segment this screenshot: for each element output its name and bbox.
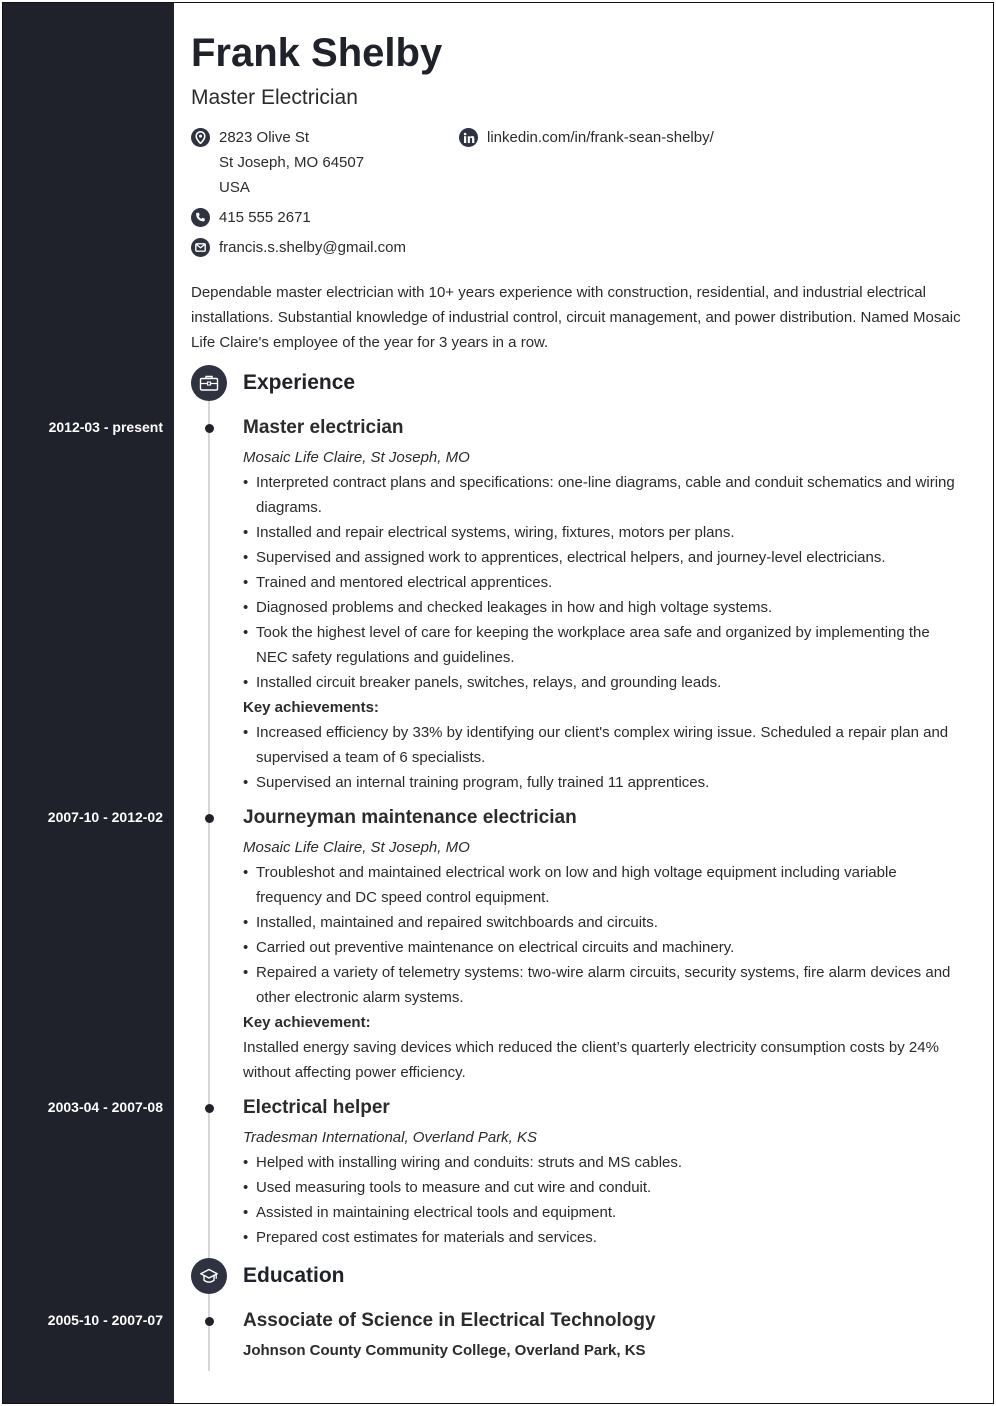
address-line-3: USA xyxy=(219,179,250,196)
list-item: Interpreted contract plans and specifica… xyxy=(243,470,963,520)
experience-heading-label: Experience xyxy=(243,371,356,394)
list-item: Supervised an internal training program,… xyxy=(243,770,963,795)
location-icon xyxy=(191,128,210,147)
timeline-dot xyxy=(205,1317,214,1326)
candidate-name: Frank Shelby xyxy=(191,31,443,75)
job-company: Mosaic Life Claire, St Joseph, MO xyxy=(243,839,470,856)
list-item: Supervised and assigned work to apprenti… xyxy=(243,545,963,570)
profile-summary: Dependable master electrician with 10+ y… xyxy=(191,284,961,351)
list-item: Took the highest level of care for keepi… xyxy=(243,620,963,670)
address-line-2: St Joseph, MO 64507 xyxy=(219,154,365,171)
list-item: Used measuring tools to measure and cut … xyxy=(243,1175,963,1200)
resume-page: Frank Shelby Master Electrician 2823 Oli… xyxy=(2,2,994,1404)
list-item: Prepared cost estimates for materials an… xyxy=(243,1225,963,1250)
timeline-dot xyxy=(205,1104,214,1113)
email-address[interactable]: francis.s.shelby@gmail.com xyxy=(219,235,406,260)
job-title: Journeyman maintenance electrician xyxy=(243,807,577,828)
list-item: Troubleshot and maintained electrical wo… xyxy=(243,860,963,910)
list-item: Installed, maintained and repaired switc… xyxy=(243,910,963,935)
job-responsibilities: Helped with installing wiring and condui… xyxy=(243,1150,963,1250)
list-item: Trained and mentored electrical apprenti… xyxy=(243,570,963,595)
education-heading-label: Education xyxy=(243,1264,345,1287)
address-line-1: 2823 Olive St xyxy=(219,129,310,146)
main-content: Frank Shelby Master Electrician 2823 Oli… xyxy=(48,3,993,1403)
entry-date: 2012-03 - present xyxy=(48,419,163,435)
sidebar xyxy=(3,3,174,1403)
entry-date: 2005-10 - 2007-07 xyxy=(47,1312,163,1328)
list-item: Carried out preventive maintenance on el… xyxy=(243,935,963,960)
experience-timeline-line xyxy=(208,398,210,1258)
job-title: Electrical helper xyxy=(243,1097,390,1118)
candidate-title: Master Electrician xyxy=(191,86,358,109)
email-icon xyxy=(191,238,210,257)
briefcase-icon xyxy=(191,365,227,401)
list-item: Helped with installing wiring and condui… xyxy=(243,1150,963,1175)
education-timeline-line xyxy=(208,1293,210,1371)
list-item: Repaired a variety of telemetry systems:… xyxy=(243,960,963,1010)
achievement-text: Installed energy saving devices which re… xyxy=(243,1039,939,1081)
list-item: Diagnosed problems and checked leakages … xyxy=(243,595,963,620)
list-item: Installed circuit breaker panels, switch… xyxy=(243,670,963,695)
linkedin-link[interactable]: linkedin.com/in/frank-sean-shelby/ xyxy=(487,125,714,150)
timeline-dot xyxy=(205,814,214,823)
job-company: Mosaic Life Claire, St Joseph, MO xyxy=(243,449,470,466)
job-title: Master electrician xyxy=(243,417,404,438)
list-item: Increased efficiency by 33% by identifyi… xyxy=(243,720,963,770)
entry-date: 2007-10 - 2012-02 xyxy=(47,809,163,825)
phone-icon xyxy=(191,208,210,227)
job-company: Tradesman International, Overland Park, … xyxy=(243,1129,538,1146)
achievements-heading: Key achievements: xyxy=(243,699,379,716)
job-responsibilities: Troubleshot and maintained electrical wo… xyxy=(243,860,963,1010)
linkedin-icon xyxy=(459,128,478,147)
school-name: Johnson County Community College, Overla… xyxy=(243,1342,646,1359)
degree-title: Associate of Science in Electrical Techn… xyxy=(243,1310,656,1331)
timeline-dot xyxy=(205,424,214,433)
job-responsibilities: Interpreted contract plans and specifica… xyxy=(243,470,963,695)
list-item: Assisted in maintaining electrical tools… xyxy=(243,1200,963,1225)
entry-date: 2003-04 - 2007-08 xyxy=(47,1099,163,1115)
list-item: Installed and repair electrical systems,… xyxy=(243,520,963,545)
graduation-cap-icon xyxy=(191,1258,227,1294)
job-achievements: Increased efficiency by 33% by identifyi… xyxy=(243,720,963,795)
phone-number: 415 555 2671 xyxy=(219,209,311,226)
achievements-heading: Key achievement: xyxy=(243,1014,371,1031)
